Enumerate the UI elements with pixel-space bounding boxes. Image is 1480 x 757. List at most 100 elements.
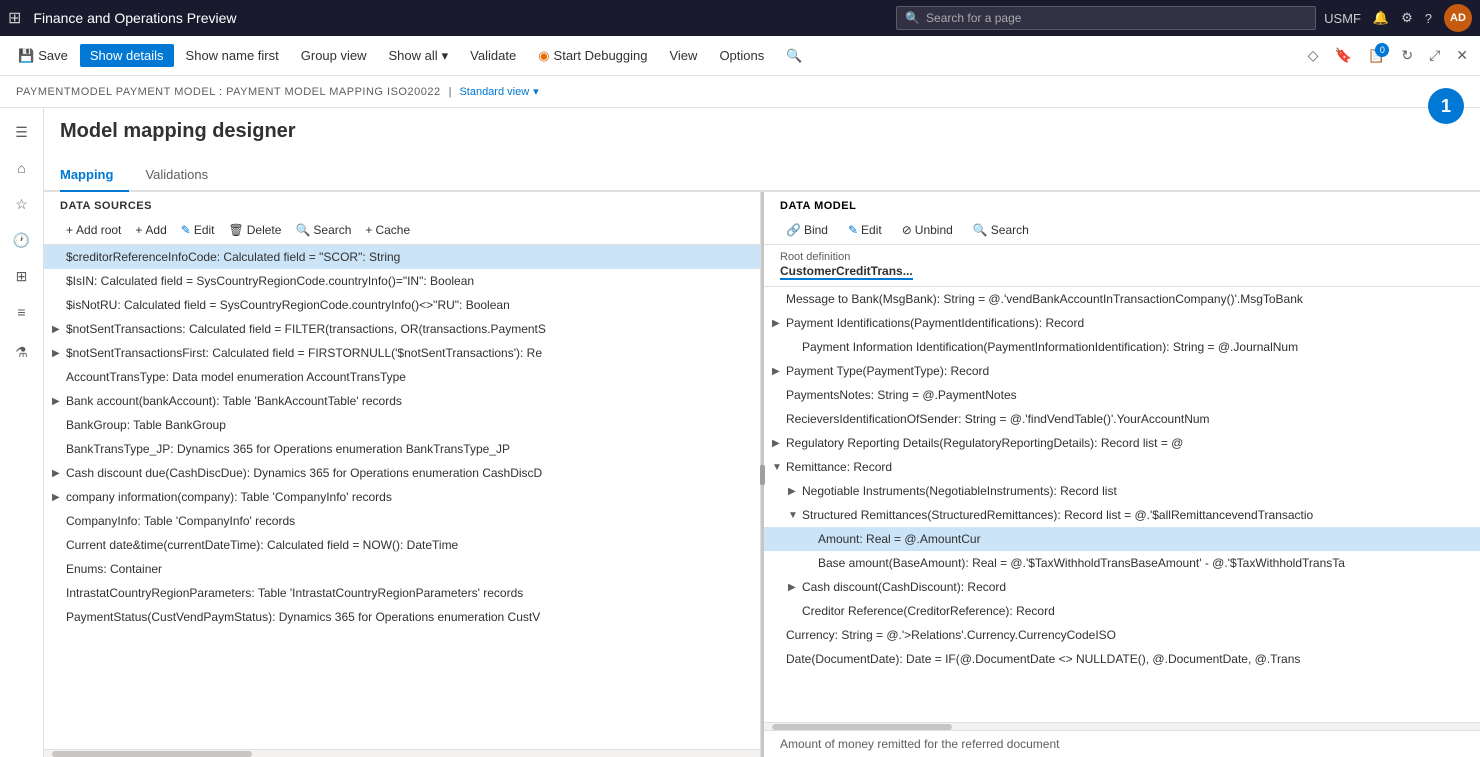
sidebar-filter-icon[interactable]: ⚗ bbox=[6, 336, 38, 368]
close-icon[interactable]: ✕ bbox=[1452, 43, 1472, 68]
right-tree-item-text: Structured Remittances(StructuredRemitta… bbox=[802, 508, 1472, 522]
user-avatar[interactable]: AD bbox=[1444, 4, 1472, 32]
left-tree-item[interactable]: ▶Bank account(bankAccount): Table 'BankA… bbox=[44, 389, 760, 413]
left-tree-item[interactable]: Enums: Container bbox=[44, 557, 760, 581]
tab-validations[interactable]: Validations bbox=[145, 159, 224, 192]
right-tree-item[interactable]: ▼Remittance: Record bbox=[764, 455, 1480, 479]
right-tree-item-text: Remittance: Record bbox=[786, 460, 1472, 474]
left-tree-item[interactable]: CompanyInfo: Table 'CompanyInfo' records bbox=[44, 509, 760, 533]
open-in-new-icon[interactable]: ⤢ bbox=[1425, 43, 1444, 68]
show-all-button[interactable]: Show all ▾ bbox=[379, 44, 459, 68]
left-tree-item[interactable]: BankGroup: Table BankGroup bbox=[44, 413, 760, 437]
right-tree-item[interactable]: ▼Structured Remittances(StructuredRemitt… bbox=[764, 503, 1480, 527]
right-tree-item[interactable]: Creditor Reference(CreditorReference): R… bbox=[764, 599, 1480, 623]
debug-icon: ◉ bbox=[538, 48, 549, 64]
save-button[interactable]: 💾 Save bbox=[8, 44, 78, 68]
expand-icon: ▶ bbox=[52, 492, 66, 503]
search-button-left[interactable]: 🔍 Search bbox=[289, 220, 357, 240]
left-tree-item-text: $isNotRU: Calculated field = SysCountryR… bbox=[66, 298, 752, 312]
left-tree-item[interactable]: PaymentStatus(CustVendPaymStatus): Dynam… bbox=[44, 605, 760, 629]
cache-button[interactable]: + Cache bbox=[359, 220, 416, 240]
right-tree-item[interactable]: ▶Cash discount(CashDiscount): Record bbox=[764, 575, 1480, 599]
right-tree-item[interactable]: ▶Payment Type(PaymentType): Record bbox=[764, 359, 1480, 383]
bind-icon: 🔗 bbox=[786, 223, 801, 237]
diamond-icon[interactable]: ◇ bbox=[1304, 43, 1323, 68]
left-tree-item[interactable]: $IsIN: Calculated field = SysCountryRegi… bbox=[44, 269, 760, 293]
left-tree-item[interactable]: $creditorReferenceInfoCode: Calculated f… bbox=[44, 245, 760, 269]
toolbar-search-icon: 🔍 bbox=[786, 48, 802, 64]
sidebar-grid-icon[interactable]: ⊞ bbox=[6, 260, 38, 292]
view-selector-label: Standard view bbox=[459, 86, 529, 98]
right-tree-item[interactable]: Message to Bank(MsgBank): String = @.'ve… bbox=[764, 287, 1480, 311]
right-tree-item[interactable]: Date(DocumentDate): Date = IF(@.Document… bbox=[764, 647, 1480, 671]
left-tree-item[interactable]: ▶$notSentTransactionsFirst: Calculated f… bbox=[44, 341, 760, 365]
vertical-splitter[interactable] bbox=[761, 192, 764, 757]
left-panel-toolbar: + Add root + Add ✎ Edit 🗑 Delete bbox=[44, 216, 760, 245]
add-button[interactable]: + Add bbox=[129, 220, 172, 240]
right-tree-item[interactable]: Currency: String = @.'>Relations'.Curren… bbox=[764, 623, 1480, 647]
left-tree-item[interactable]: $isNotRU: Calculated field = SysCountryR… bbox=[44, 293, 760, 317]
delete-icon: 🗑 bbox=[229, 223, 244, 237]
group-view-button[interactable]: Group view bbox=[291, 44, 377, 67]
badge-icon[interactable]: 📋0 bbox=[1364, 43, 1389, 68]
breadcrumb: PAYMENTMODEL PAYMENT MODEL : PAYMENT MOD… bbox=[0, 76, 1480, 108]
sidebar-menu-icon[interactable]: ☰ bbox=[6, 116, 38, 148]
left-tree-item[interactable]: IntrastatCountryRegionParameters: Table … bbox=[44, 581, 760, 605]
toolbar-search-button[interactable]: 🔍 bbox=[776, 44, 812, 68]
view-selector[interactable]: Standard view ▾ bbox=[459, 85, 538, 98]
start-debugging-button[interactable]: ◉ Start Debugging bbox=[528, 44, 657, 68]
left-hscroll-thumb[interactable] bbox=[52, 751, 252, 757]
search-bar[interactable]: 🔍 Search for a page bbox=[896, 6, 1316, 30]
right-hscroll[interactable] bbox=[764, 722, 1480, 730]
sidebar-clock-icon[interactable]: 🕐 bbox=[6, 224, 38, 256]
add-root-button[interactable]: + Add root bbox=[60, 220, 127, 240]
right-tree-item-text: Cash discount(CashDiscount): Record bbox=[802, 580, 1472, 594]
left-tree-item[interactable]: ▶Cash discount due(CashDiscDue): Dynamic… bbox=[44, 461, 760, 485]
validate-button[interactable]: Validate bbox=[460, 44, 526, 67]
refresh-icon[interactable]: ↻ bbox=[1397, 43, 1417, 68]
delete-button[interactable]: 🗑 Delete bbox=[223, 220, 288, 240]
sidebar-home-icon[interactable]: ⌂ bbox=[6, 152, 38, 184]
left-tree-item-text: IntrastatCountryRegionParameters: Table … bbox=[66, 586, 752, 600]
left-tree-item[interactable]: ▶$notSentTransactions: Calculated field … bbox=[44, 317, 760, 341]
left-tree-item-text: Cash discount due(CashDiscDue): Dynamics… bbox=[66, 466, 752, 480]
left-hscroll[interactable] bbox=[44, 749, 760, 757]
right-tree-item[interactable]: Payment Information Identification(Payme… bbox=[764, 335, 1480, 359]
left-tree-item[interactable]: BankTransType_JP: Dynamics 365 for Opera… bbox=[44, 437, 760, 461]
app-grid-icon[interactable]: ⊞ bbox=[8, 8, 21, 28]
show-name-first-button[interactable]: Show name first bbox=[176, 44, 289, 67]
save-icon: 💾 bbox=[18, 48, 34, 64]
right-tree-item[interactable]: RecieversIdentificationOfSender: String … bbox=[764, 407, 1480, 431]
right-tree-item[interactable]: Base amount(BaseAmount): Real = @.'$TaxW… bbox=[764, 551, 1480, 575]
left-tree-item[interactable]: AccountTransType: Data model enumeration… bbox=[44, 365, 760, 389]
right-tree-item[interactable]: ▶Payment Identifications(PaymentIdentifi… bbox=[764, 311, 1480, 335]
right-tree-item-text: Message to Bank(MsgBank): String = @.'ve… bbox=[786, 292, 1472, 306]
edit-button-right[interactable]: ✎ Edit bbox=[842, 220, 888, 240]
options-button[interactable]: Options bbox=[709, 44, 774, 67]
right-tree-item[interactable]: PaymentsNotes: String = @.PaymentNotes bbox=[764, 383, 1480, 407]
page-header: Model mapping designer bbox=[44, 108, 1480, 159]
view-button[interactable]: View bbox=[659, 44, 707, 67]
unbind-button[interactable]: ⊘ Unbind bbox=[896, 220, 959, 240]
settings-icon[interactable]: ⚙ bbox=[1401, 10, 1413, 26]
search-button-right[interactable]: 🔍 Search bbox=[967, 220, 1035, 240]
show-details-button[interactable]: Show details bbox=[80, 44, 174, 67]
toolbar: 💾 Save Show details Show name first Grou… bbox=[0, 36, 1480, 76]
sidebar-list-icon[interactable]: ≡ bbox=[6, 296, 38, 328]
sidebar-icons: ☰ ⌂ ☆ 🕐 ⊞ ≡ ⚗ bbox=[0, 108, 44, 757]
bind-button[interactable]: 🔗 Bind bbox=[780, 220, 834, 240]
sidebar-star-icon[interactable]: ☆ bbox=[6, 188, 38, 220]
right-tree-item[interactable]: ▶Regulatory Reporting Details(Regulatory… bbox=[764, 431, 1480, 455]
tab-mapping[interactable]: Mapping bbox=[60, 159, 129, 192]
left-tree-item[interactable]: Current date&time(currentDateTime): Calc… bbox=[44, 533, 760, 557]
left-tree-item[interactable]: ▶company information(company): Table 'Co… bbox=[44, 485, 760, 509]
edit-button-left[interactable]: ✎ Edit bbox=[175, 220, 221, 240]
right-hscroll-thumb[interactable] bbox=[772, 724, 952, 730]
right-tree-item[interactable]: ▶Negotiable Instruments(NegotiableInstru… bbox=[764, 479, 1480, 503]
notification-icon[interactable]: 🔔 bbox=[1373, 10, 1389, 26]
edit-icon-right: ✎ bbox=[848, 223, 858, 237]
help-icon[interactable]: ? bbox=[1425, 11, 1432, 26]
root-def-label: Root definition bbox=[780, 251, 1464, 263]
right-tree-item[interactable]: Amount: Real = @.AmountCur bbox=[764, 527, 1480, 551]
bookmark-icon[interactable]: 🔖 bbox=[1330, 43, 1355, 68]
